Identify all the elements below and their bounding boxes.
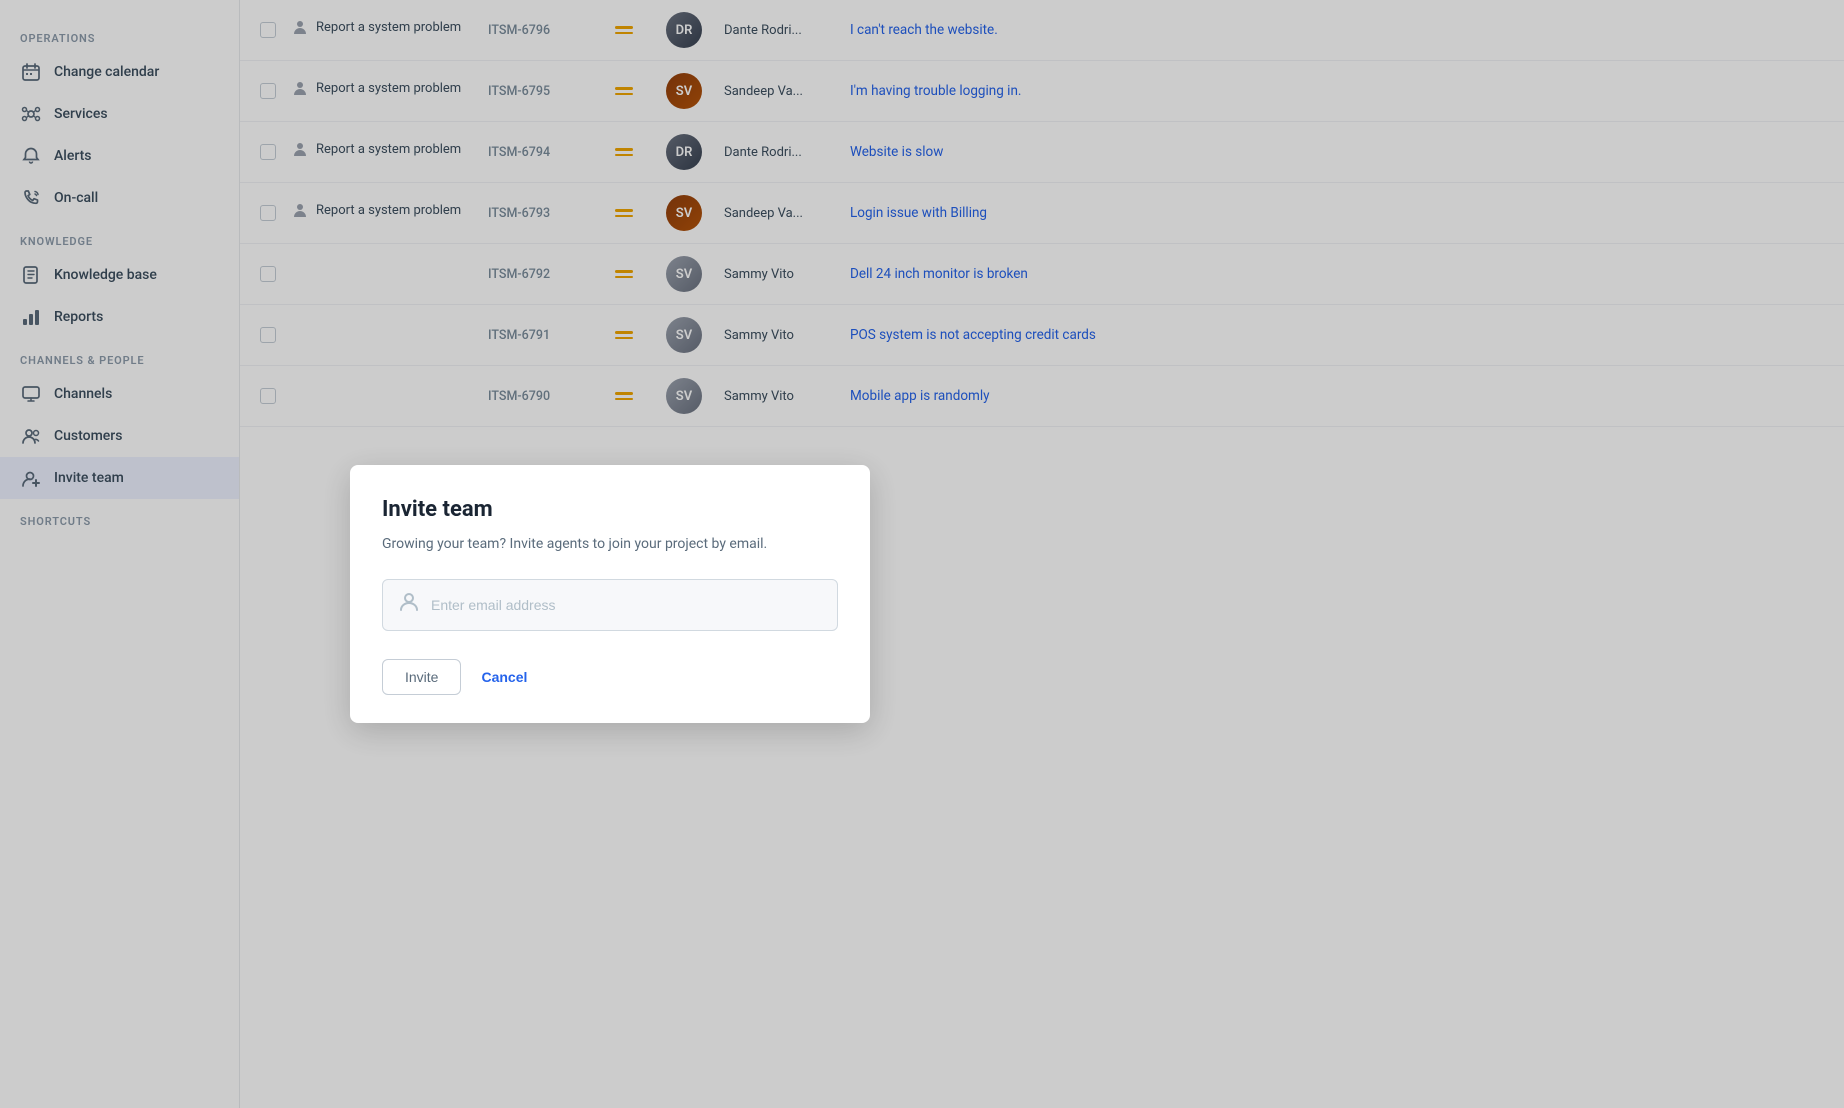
invite-team-modal: Invite team Growing your team? Invite ag… bbox=[350, 465, 870, 723]
modal-overlay: Invite team Growing your team? Invite ag… bbox=[0, 0, 1844, 1108]
email-input-wrapper bbox=[382, 579, 838, 631]
cancel-button[interactable]: Cancel bbox=[477, 660, 531, 694]
invite-button[interactable]: Invite bbox=[382, 659, 461, 695]
modal-title: Invite team bbox=[382, 497, 838, 522]
person-icon bbox=[397, 590, 421, 620]
modal-description: Growing your team? Invite agents to join… bbox=[382, 534, 838, 555]
modal-actions: Invite Cancel bbox=[382, 659, 838, 695]
email-input[interactable] bbox=[431, 597, 823, 613]
